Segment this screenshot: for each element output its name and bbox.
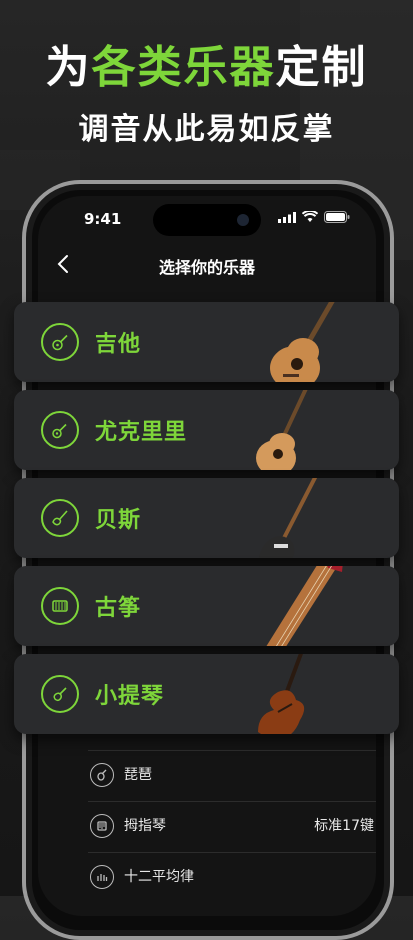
promo-title-suffix: 定制 bbox=[275, 42, 368, 93]
instrument-label: 吉他 bbox=[95, 332, 142, 357]
list-item-label: 琵琶 bbox=[124, 767, 152, 783]
list-item-kalimba[interactable]: 拇指琴 标准17键 bbox=[88, 801, 376, 852]
wifi-icon bbox=[302, 211, 318, 222]
instrument-card-violin[interactable]: 小提琴 bbox=[14, 654, 399, 734]
instrument-card-ukulele[interactable]: 尤克里里 bbox=[14, 390, 399, 470]
ukulele-image bbox=[256, 390, 308, 470]
guitar-icon bbox=[41, 323, 79, 361]
instrument-label: 贝斯 bbox=[95, 508, 142, 533]
instrument-label: 古筝 bbox=[95, 596, 142, 621]
promo-title-prefix: 为 bbox=[45, 42, 92, 93]
page-title: 选择你的乐器 bbox=[158, 258, 255, 277]
promo-subtitle: 调音从此易如反掌 bbox=[78, 112, 335, 147]
status-time: 9:41 bbox=[84, 210, 122, 228]
instrument-card-guzheng[interactable]: 古筝 bbox=[14, 566, 399, 646]
pipa-icon bbox=[90, 763, 114, 787]
list-item-label: 拇指琴 bbox=[124, 818, 166, 834]
chromatic-icon bbox=[90, 865, 114, 889]
instrument-label: 尤克里里 bbox=[95, 420, 188, 445]
battery-icon bbox=[324, 211, 350, 223]
status-icons bbox=[278, 211, 350, 223]
list-item-chromatic[interactable]: 十二平均律 bbox=[88, 852, 376, 903]
tuning-value: 标准17键 bbox=[314, 818, 374, 834]
promo-title: 为各类乐器定制 bbox=[0, 40, 413, 96]
instrument-card-guitar[interactable]: 吉他 bbox=[14, 302, 399, 382]
ukulele-icon bbox=[41, 411, 79, 449]
guzheng-image bbox=[266, 566, 343, 646]
guzheng-icon bbox=[41, 587, 79, 625]
camera-icon bbox=[237, 214, 249, 226]
signal-icon bbox=[278, 211, 296, 223]
violin-image bbox=[258, 654, 305, 734]
bass-icon bbox=[41, 499, 79, 537]
instrument-card-bass[interactable]: 贝斯 bbox=[14, 478, 399, 558]
violin-icon bbox=[41, 675, 79, 713]
guitar-image bbox=[270, 302, 335, 382]
kalimba-icon bbox=[90, 814, 114, 838]
instrument-label: 小提琴 bbox=[95, 684, 165, 709]
dynamic-island bbox=[153, 204, 261, 236]
list-item-pipa[interactable]: 琵琶 bbox=[88, 750, 376, 801]
promo-title-accent: 各类乐器 bbox=[91, 42, 276, 93]
bass-image bbox=[258, 478, 318, 558]
list-item-label: 十二平均律 bbox=[124, 869, 194, 885]
